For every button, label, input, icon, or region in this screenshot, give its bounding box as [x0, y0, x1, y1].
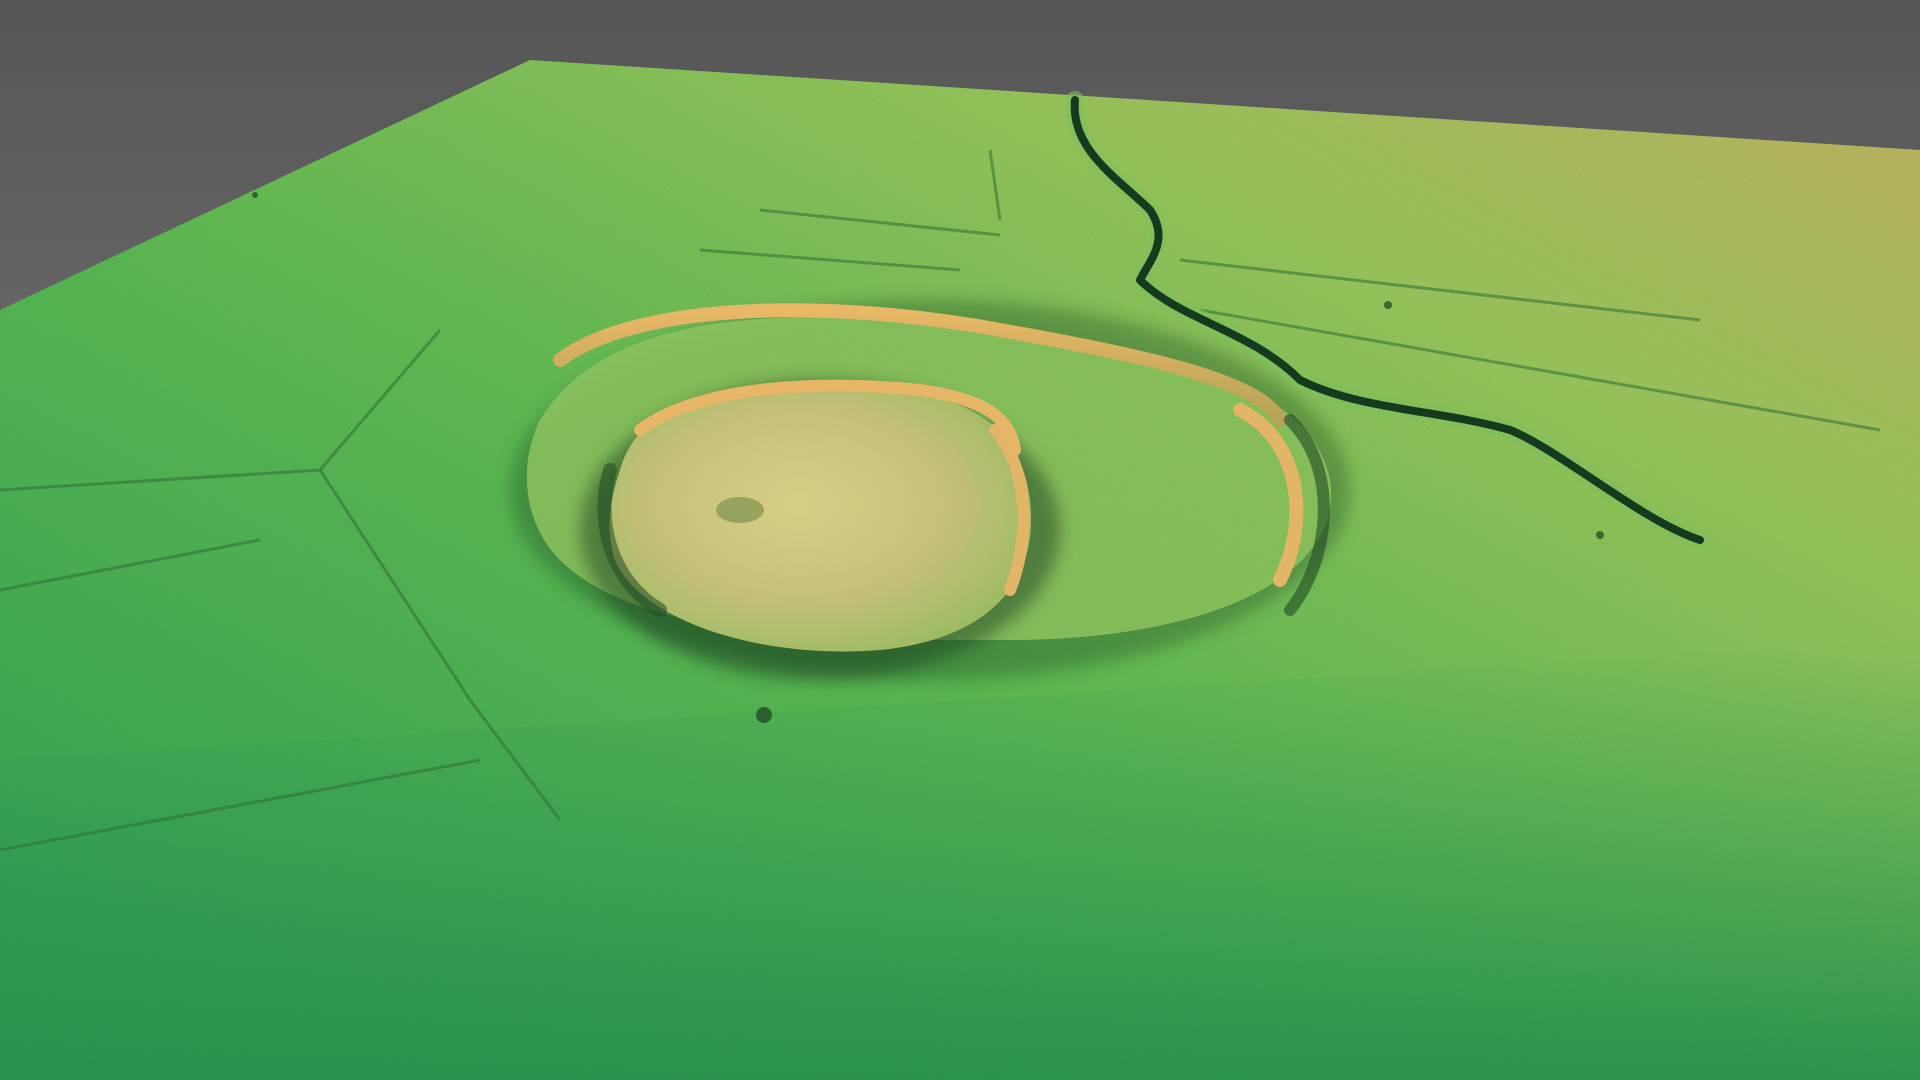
- terrain-viewport[interactable]: [0, 0, 1920, 1080]
- terrain-relief-map: [0, 0, 1920, 1080]
- inner-enclosure: [580, 379, 1060, 680]
